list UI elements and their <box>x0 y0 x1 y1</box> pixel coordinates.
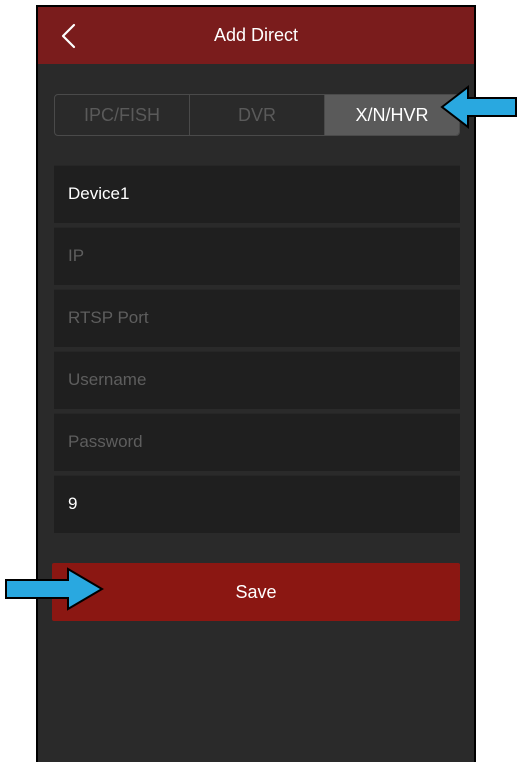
header-bar: Add Direct <box>38 7 474 64</box>
device-type-segmented-control: IPC/FISH DVR X/N/HVR <box>54 94 460 136</box>
password-field[interactable]: Password <box>54 413 460 471</box>
left-arrow-icon <box>440 84 517 130</box>
device-form: Device1 IP RTSP Port Username Password 9 <box>54 165 460 537</box>
tab-dvr[interactable]: DVR <box>189 95 324 135</box>
rtsp-port-field[interactable]: RTSP Port <box>54 289 460 347</box>
channel-count-field[interactable]: 9 <box>54 475 460 533</box>
page-title: Add Direct <box>213 25 299 45</box>
right-arrow-icon <box>5 567 104 611</box>
tab-xnhvr[interactable]: X/N/HVR <box>324 95 459 135</box>
username-field[interactable]: Username <box>54 351 460 409</box>
ip-field[interactable]: IP <box>54 227 460 285</box>
device-name-field[interactable]: Device1 <box>54 165 460 223</box>
tab-ipc-fish[interactable]: IPC/FISH <box>55 95 189 135</box>
phone-screen: Add Direct IPC/FISH DVR X/N/HVR Device1 … <box>36 5 476 762</box>
save-button[interactable]: Save <box>52 563 460 621</box>
